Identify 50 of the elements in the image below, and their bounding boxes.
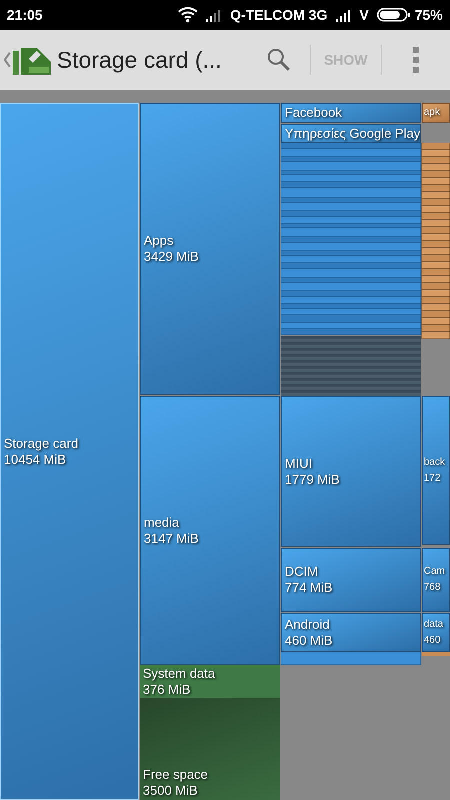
sd-card-icon [13,45,51,75]
treemap-tile[interactable]: Apps 3429 MiB [140,103,280,395]
tile-name: Facebook [285,105,344,121]
tile-name: data [424,618,444,632]
search-icon [267,48,291,72]
back-caret-icon [4,52,11,68]
treemap-tile[interactable]: System data 376 MiB [140,665,280,698]
treemap-tile[interactable]: apk [422,103,450,123]
tile-name: MIUI [285,456,314,472]
treemap-tile[interactable]: Facebook [281,103,421,123]
tile-size: 172 [424,472,442,486]
tile-size: 774 MiB [285,580,334,596]
treemap-tile[interactable]: data 460 [422,613,450,652]
tile-size: 460 MiB [285,632,334,648]
treemap-tile[interactable]: MIUI 1779 MiB [281,396,421,547]
tile-size: 1779 MiB [285,472,341,488]
treemap-tile[interactable]: Android 460 MiB [281,613,421,652]
tile-name: System data [143,666,216,682]
tile-size: 768 [424,581,442,595]
tile-name: Apps [144,233,175,249]
tile-name: Storage card [4,436,80,452]
network-label: V [360,6,369,24]
battery-icon [376,8,411,22]
treemap-tile[interactable]: Free space 3500 MiB [140,698,280,800]
tile-size: 10454 MiB [4,452,68,468]
screen-title: Storage card (... [57,46,222,75]
tile-name: apk [424,106,442,120]
tile-name: Cam [424,565,446,579]
tile-size: 3429 MiB [144,249,200,265]
treemap-tile[interactable]: back 172 [422,396,450,545]
tile-name: media [144,514,180,530]
clock: 21:05 [7,6,43,24]
treemap-tile[interactable]: Cam 768 [422,548,450,612]
tile-name: Υπηρεσίες Google Play [285,126,420,142]
tile-name: Android [285,616,331,632]
carrier-name: Q-TELCOM 3G [230,6,328,25]
tile-name: back [424,456,446,470]
treemap-tile[interactable]: DCIM 774 MiB [281,548,421,612]
tile-name: Free space [143,767,210,783]
tile-size: 3500 MiB [143,783,199,799]
tile-size: 460 [424,634,442,648]
treemap-tile[interactable]: Storage card 10454 MiB [0,103,139,800]
treemap-tile[interactable]: Υπηρεσίες Google Play [281,124,421,143]
tile-size: 3147 MiB [144,530,200,546]
tile-size: 376 MiB [143,682,192,698]
battery-level: 75% [414,6,443,24]
tile-name: DCIM [285,564,320,580]
wifi-icon [178,7,198,23]
more-icon [413,47,419,73]
treemap-tile[interactable]: media 3147 MiB [140,396,280,665]
